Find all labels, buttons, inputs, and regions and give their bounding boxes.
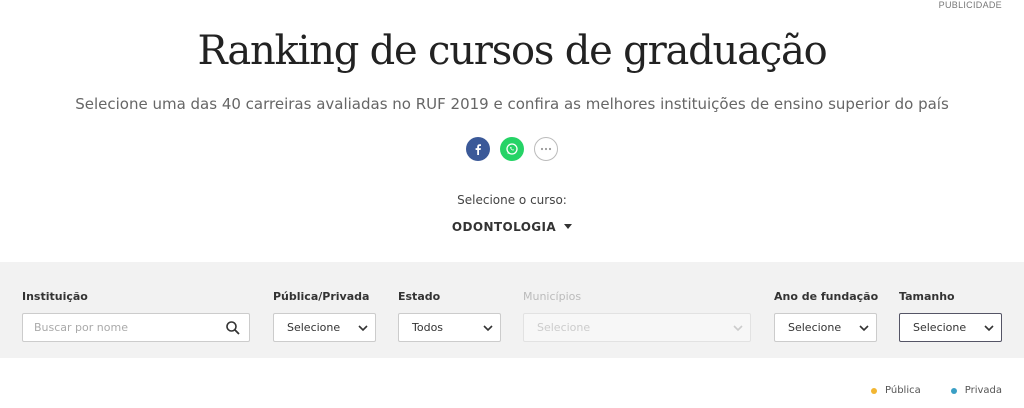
foundation-year-value: Selecione bbox=[788, 321, 842, 334]
more-share-button[interactable] bbox=[534, 137, 558, 161]
chevron-down-icon bbox=[984, 324, 994, 331]
page-title: Ranking de cursos de graduação bbox=[197, 28, 827, 74]
page-subtitle: Selecione uma das 40 carreiras avaliadas… bbox=[75, 95, 949, 113]
municipality-value: Selecione bbox=[537, 321, 591, 334]
legend-dot-public bbox=[871, 387, 877, 394]
institution-label: Instituição bbox=[22, 290, 88, 303]
municipality-select: Selecione bbox=[523, 313, 751, 342]
institution-search-placeholder: Buscar por nome bbox=[34, 321, 128, 334]
foundation-year-select[interactable]: Selecione bbox=[774, 313, 877, 342]
legend-label-private: Privada bbox=[964, 385, 1002, 396]
legend-dot-private bbox=[950, 387, 957, 394]
state-label: Estado bbox=[398, 290, 441, 303]
public-private-label: Pública/Privada bbox=[273, 290, 370, 303]
chevron-down-icon bbox=[358, 324, 368, 331]
search-icon bbox=[226, 320, 240, 335]
facebook-icon bbox=[475, 144, 481, 155]
legend-item-public: Pública bbox=[871, 385, 921, 396]
share-bar bbox=[0, 137, 1024, 161]
course-select-label: Selecione o curso: bbox=[457, 193, 567, 207]
public-private-value: Selecione bbox=[287, 321, 341, 334]
caret-down-icon bbox=[564, 224, 573, 229]
ad-label: PUBLICIDADE bbox=[938, 0, 1002, 10]
more-icon bbox=[540, 147, 552, 151]
legend: Pública Privada bbox=[871, 385, 1002, 396]
course-value: ODONTOLOGIA bbox=[451, 220, 557, 234]
legend-label-public: Pública bbox=[885, 385, 921, 396]
filter-bar: Instituição Buscar por nome Pública/Priv… bbox=[0, 262, 1024, 358]
state-value: Todos bbox=[412, 321, 444, 334]
municipality-label: Municípios bbox=[523, 290, 582, 303]
public-private-select[interactable]: Selecione bbox=[273, 313, 376, 342]
size-select[interactable]: Selecione bbox=[899, 313, 1002, 342]
foundation-year-label: Ano de fundação bbox=[774, 290, 879, 303]
size-value: Selecione bbox=[913, 321, 967, 334]
facebook-share-button[interactable] bbox=[466, 137, 490, 161]
legend-item-private: Privada bbox=[950, 385, 1002, 396]
state-select[interactable]: Todos bbox=[398, 313, 501, 342]
size-label: Tamanho bbox=[899, 290, 955, 303]
whatsapp-share-button[interactable] bbox=[500, 137, 524, 161]
course-dropdown[interactable]: ODONTOLOGIA bbox=[0, 216, 1024, 235]
chevron-down-icon bbox=[483, 324, 493, 331]
chevron-down-icon bbox=[733, 324, 743, 331]
chevron-down-icon bbox=[859, 324, 869, 331]
institution-search-input[interactable]: Buscar por nome bbox=[22, 313, 250, 342]
whatsapp-icon bbox=[506, 143, 518, 155]
